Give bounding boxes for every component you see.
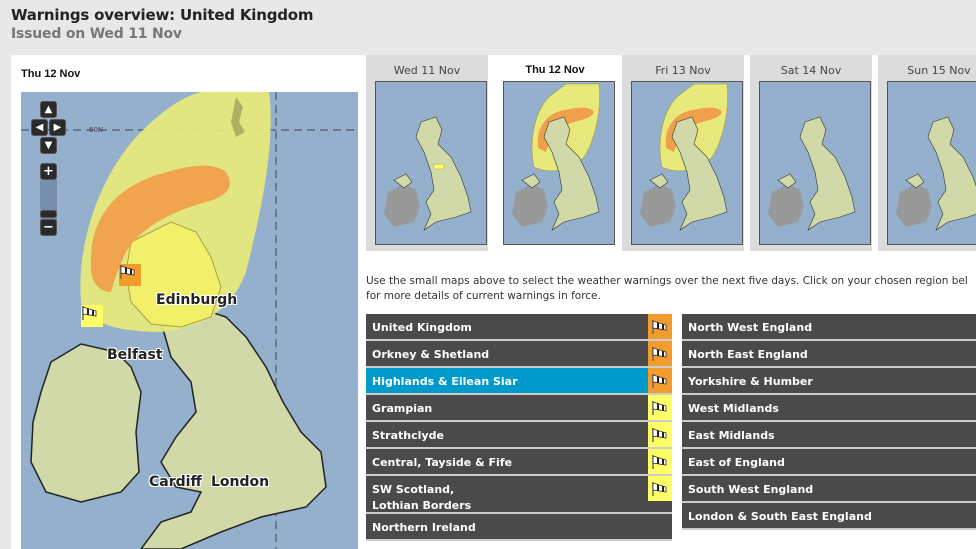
wind-warning-badge [648,341,672,366]
page-title: Warnings overview: United Kingdom [11,6,314,24]
instructions-line-1: Use the small maps above to select the w… [366,275,968,287]
region-row[interactable]: Orkney & Shetland [366,341,672,368]
region-row[interactable]: Yorkshire & Humber [682,368,976,395]
region-label: Orkney & Shetland [372,348,490,361]
day-tab-label: Wed 11 Nov [393,64,461,77]
amber-wind-warning-marker[interactable] [119,264,141,286]
instructions-line-2: for more details of current warnings in … [366,290,601,302]
ireland-land [30,343,142,503]
great-britain-land [140,306,327,549]
region-label: Strathclyde [372,429,444,442]
wind-icon [652,481,667,496]
region-row[interactable]: Central, Tayside & Fife [366,449,672,476]
pan-left-button[interactable]: ◀ [31,119,48,136]
main-map-panel: Thu 12 Nov Edinburgh Belfast Cardiff Lon… [11,55,366,549]
region-row[interactable]: Northern Ireland [366,514,672,541]
region-row[interactable]: SW Scotland, Lothian Borders [366,476,672,514]
region-label: North West England [688,321,813,334]
wind-icon [652,454,667,469]
region-row[interactable]: Highlands & Eilean Siar [366,368,672,395]
region-row[interactable]: North East England [682,341,976,368]
day-tabs: Wed 11 Nov Thu 12 Nov Fri 13 Nov Sat 14 Nov… [366,55,976,252]
region-label: Highlands & Eilean Siar [372,375,518,388]
day-tab-1[interactable]: Thu 12 Nov [494,55,616,251]
city-label-belfast: Belfast [107,347,163,363]
issued-date: Issued on Wed 11 Nov [11,26,182,42]
wind-icon [652,319,667,334]
day-tab-label: Thu 12 Nov [525,64,585,76]
wind-icon [652,400,667,415]
region-row[interactable]: East of England [682,449,976,476]
city-label-cardiff: Cardiff [149,474,202,490]
region-label: West Midlands [688,402,779,415]
day-thumbnail-map[interactable] [503,81,615,245]
wind-icon [652,427,667,442]
city-label-edinburgh: Edinburgh [156,292,238,308]
region-label: London & South East England [688,510,872,523]
zoom-slider-handle[interactable] [40,210,57,218]
wind-warning-badge [648,368,672,393]
region-row[interactable]: United Kingdom [366,314,672,341]
wind-icon [652,346,667,361]
region-row[interactable]: North West England [682,314,976,341]
region-row[interactable]: London & South East England [682,503,976,530]
wind-warning-badge [648,314,672,339]
day-tab-4[interactable]: Sun 15 Nov [878,55,976,251]
region-label: East Midlands [688,429,775,442]
pan-up-button[interactable]: ▲ [40,101,57,118]
forecast-panel: Wed 11 Nov Thu 12 Nov Fri 13 Nov Sat 14 Nov… [366,55,976,549]
zoom-in-button[interactable]: + [40,163,57,180]
region-label: Northern Ireland [372,521,476,534]
latitude-label: 60N [89,126,104,134]
day-thumbnail-map[interactable] [631,81,743,245]
warning-map[interactable]: Edinburgh Belfast Cardiff London 60N ▲ ◀… [21,92,358,549]
region-list-right: North West England North East England York… [682,314,976,530]
day-tab-label: Fri 13 Nov [655,64,711,77]
wind-warning-badge [648,395,672,420]
region-row[interactable]: South West England [682,476,976,503]
region-row[interactable]: Strathclyde [366,422,672,449]
region-label: East of England [688,456,785,469]
zoom-out-button[interactable]: − [40,219,57,236]
pan-down-button[interactable]: ▼ [40,137,57,154]
wind-warning-badge [648,449,672,474]
region-label: Central, Tayside & Fife [372,456,513,469]
day-tab-label: Sat 14 Nov [780,64,842,77]
day-tab-2[interactable]: Fri 13 Nov [622,55,744,251]
day-thumbnail-map[interactable] [375,81,487,245]
region-row[interactable]: East Midlands [682,422,976,449]
region-label: North East England [688,348,808,361]
region-row[interactable]: West Midlands [682,395,976,422]
region-label: Yorkshire & Humber [688,375,813,388]
region-label: SW Scotland, Lothian Borders [372,483,472,512]
wind-warning-badge [648,422,672,447]
wind-warning-badge [648,476,672,501]
region-row[interactable]: Grampian [366,395,672,422]
wind-icon [82,306,97,320]
region-label: Grampian [372,402,433,415]
region-label: South West England [688,483,814,496]
instructions-text: Use the small maps above to select the w… [366,274,976,304]
pan-right-button[interactable]: ▶ [49,119,66,136]
wind-icon [652,373,667,388]
main-map-date: Thu 12 Nov [21,68,81,80]
region-label: United Kingdom [372,321,472,334]
day-tab-label: Sun 15 Nov [907,64,971,77]
region-list-left: United Kingdom Orkney & Shetland Highlands… [366,314,672,541]
day-tab-0[interactable]: Wed 11 Nov [366,55,488,251]
wind-icon [120,265,135,279]
day-thumbnail-map[interactable] [759,81,871,245]
city-label-london: London [211,474,270,490]
day-thumbnail-map[interactable] [887,81,976,245]
yellow-wind-warning-marker[interactable] [81,305,103,327]
day-tab-3[interactable]: Sat 14 Nov [750,55,872,251]
